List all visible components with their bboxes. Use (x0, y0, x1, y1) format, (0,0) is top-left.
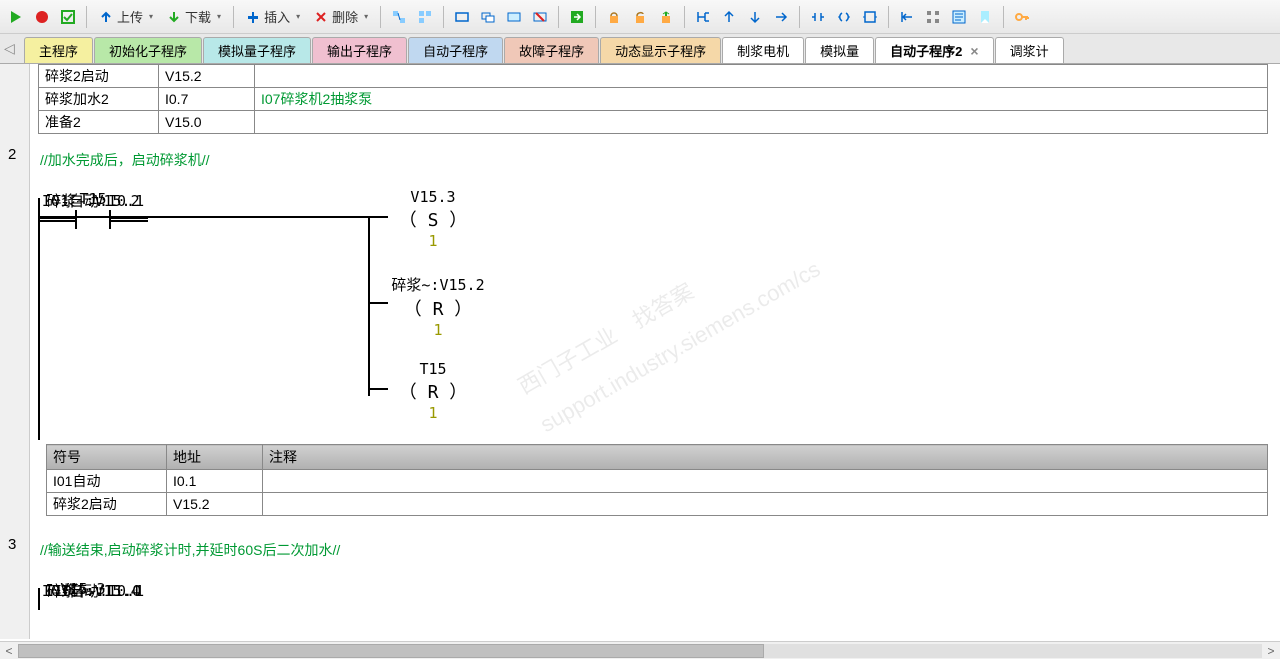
window-btn-2[interactable] (476, 5, 500, 29)
tab-fault[interactable]: 故障子程序 (504, 37, 599, 63)
arrow-down-btn[interactable] (743, 5, 767, 29)
separator (888, 6, 889, 28)
col-header-comment: 注释 (263, 445, 1268, 470)
window-btn-3[interactable] (502, 5, 526, 29)
ladder-diagram[interactable]: I01自动:I0.1 T15 碎浆~:V15.2 V15.3 (38, 180, 1280, 440)
key-btn[interactable] (1010, 5, 1034, 29)
network-comment[interactable]: //加水完成后，启动碎浆机// (38, 146, 1280, 180)
coil-reset[interactable]: 碎浆~:V15.2 （ R ） 1 (378, 274, 498, 339)
arrow-right-btn[interactable] (769, 5, 793, 29)
grid-btn[interactable] (921, 5, 945, 29)
lock-btn-2[interactable] (628, 5, 652, 29)
arrow-up-btn[interactable] (717, 5, 741, 29)
separator (684, 6, 685, 28)
upload-button[interactable]: 上传▾ (93, 5, 159, 29)
window-btn-1[interactable] (450, 5, 474, 29)
main-toolbar: 上传▾ 下载▾ 插入▾ 删除▾ (0, 0, 1280, 34)
tab-auto2[interactable]: 自动子程序2× (875, 37, 993, 63)
go-button[interactable] (565, 5, 589, 29)
tab-motor[interactable]: 制浆电机 (722, 37, 804, 63)
tab-analog[interactable]: 模拟量子程序 (203, 37, 311, 63)
table-row[interactable]: I01自动I0.1 (47, 470, 1268, 493)
tab-auto[interactable]: 自动子程序 (408, 37, 503, 63)
tab-output[interactable]: 输出子程序 (312, 37, 407, 63)
coil-btn[interactable] (832, 5, 856, 29)
tab-init[interactable]: 初始化子程序 (94, 37, 202, 63)
delete-button[interactable]: 删除▾ (308, 5, 374, 29)
tab-dynamic[interactable]: 动态显示子程序 (600, 37, 721, 63)
coil-set[interactable]: V15.3 （ S ） 1 (378, 188, 488, 250)
contact-no[interactable]: 碎浆~:V15.2 (38, 190, 148, 231)
scroll-right-icon[interactable]: > (1262, 644, 1280, 658)
note-btn[interactable] (947, 5, 971, 29)
tool-btn-2[interactable] (413, 5, 437, 29)
network-3: 3 //输送结束,启动碎浆计时,并延时60S后二次加水// I01自动:I0.1… (30, 532, 1280, 618)
separator (380, 6, 381, 28)
ladder-diagram[interactable]: I01自动:I0.1 V15.3 I10碎~:I1.0 碎浆~:V15.4 (38, 570, 1280, 610)
tool-btn-1[interactable] (387, 5, 411, 29)
contact-btn[interactable] (806, 5, 830, 29)
content[interactable]: 碎浆2启动V15.2 碎浆加水2I0.7I07碎浆机2抽浆泵 准备2V15.0 … (30, 64, 1280, 639)
coil-reset[interactable]: T15 （ R ） 1 (378, 360, 488, 422)
bookmark-btn[interactable] (973, 5, 997, 29)
horizontal-scrollbar[interactable]: < > (0, 641, 1280, 659)
editor-area: 碎浆2启动V15.2 碎浆加水2I0.7I07碎浆机2抽浆泵 准备2V15.0 … (0, 64, 1280, 639)
separator (233, 6, 234, 28)
insert-button[interactable]: 插入▾ (240, 5, 306, 29)
table-row[interactable]: 碎浆加水2I0.7I07碎浆机2抽浆泵 (39, 88, 1268, 111)
separator (595, 6, 596, 28)
scroll-left-icon[interactable]: < (0, 644, 18, 658)
network-comment[interactable]: //输送结束,启动碎浆计时,并延时60S后二次加水// (38, 536, 1280, 570)
network-number: 3 (8, 536, 16, 553)
contact-no[interactable]: 碎浆~:V15.4 (38, 580, 148, 601)
window-btn-4[interactable] (528, 5, 552, 29)
nav-left-btn[interactable] (895, 5, 919, 29)
tab-tiao[interactable]: 调浆计 (995, 37, 1064, 63)
lock-btn-3[interactable] (654, 5, 678, 29)
branch-btn-1[interactable] (691, 5, 715, 29)
symbol-table-net2: 符号地址注释 I01自动I0.1 碎浆2启动V15.2 (46, 444, 1268, 516)
run-button[interactable] (4, 5, 28, 29)
separator (799, 6, 800, 28)
scroll-thumb[interactable] (18, 644, 764, 658)
separator (558, 6, 559, 28)
tab-main[interactable]: 主程序 (24, 37, 93, 63)
network-2: 2 //加水完成后，启动碎浆机// I01自动:I0.1 T15 碎浆 (30, 142, 1280, 532)
compile-button[interactable] (56, 5, 80, 29)
col-header-symbol: 符号 (47, 445, 167, 470)
network-number: 2 (8, 146, 16, 163)
separator (1003, 6, 1004, 28)
separator (443, 6, 444, 28)
col-header-addr: 地址 (167, 445, 263, 470)
table-row[interactable]: 碎浆2启动V15.2 (47, 493, 1268, 516)
tab-analogv[interactable]: 模拟量 (805, 37, 874, 63)
box-btn[interactable] (858, 5, 882, 29)
symbol-table-top: 碎浆2启动V15.2 碎浆加水2I0.7I07碎浆机2抽浆泵 准备2V15.0 (38, 64, 1268, 134)
tab-bar: ◁ 主程序 初始化子程序 模拟量子程序 输出子程序 自动子程序 故障子程序 动态… (0, 34, 1280, 64)
download-button[interactable]: 下载▾ (161, 5, 227, 29)
stop-button[interactable] (30, 5, 54, 29)
tab-scroll-left[interactable]: ◁ (4, 40, 15, 57)
lock-btn-1[interactable] (602, 5, 626, 29)
table-row[interactable]: 准备2V15.0 (39, 111, 1268, 134)
tab-close-icon[interactable]: × (970, 43, 978, 59)
separator (86, 6, 87, 28)
table-row[interactable]: 碎浆2启动V15.2 (39, 65, 1268, 88)
scroll-track[interactable] (18, 644, 1262, 658)
